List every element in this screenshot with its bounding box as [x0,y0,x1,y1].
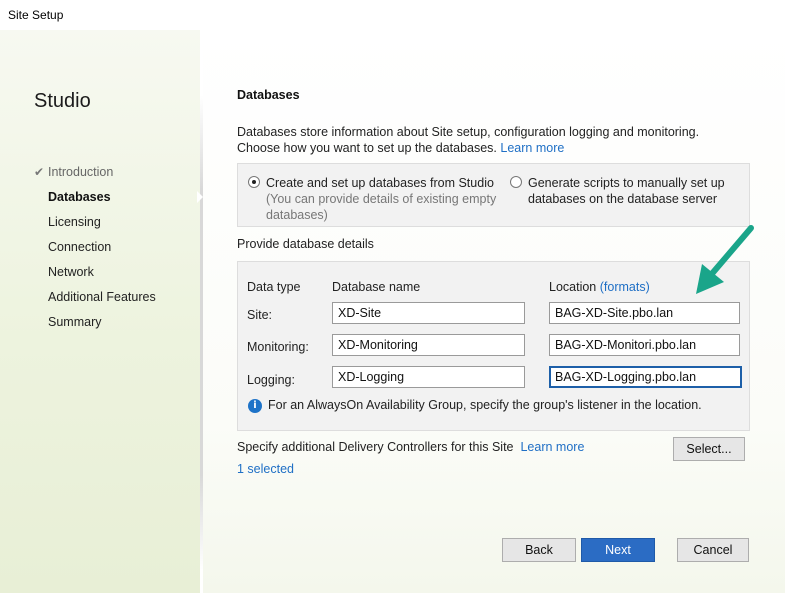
select-controllers-button[interactable]: Select... [673,437,745,461]
sidebar-brand: Studio [34,90,91,112]
info-text: For an AlwaysOn Availability Group, spec… [268,398,702,412]
step-licensing: Licensing [34,215,156,240]
radio-create-sub-1: (You can provide details of existing emp… [266,192,497,206]
main-panel: Databases Databases store information ab… [203,30,785,593]
selected-controllers-link[interactable]: 1 selected [237,462,294,476]
step-label: Connection [48,240,112,254]
radio-generate-scripts[interactable]: Generate scripts to manually set up data… [510,175,740,207]
database-mode-group: Create and set up databases from Studio … [237,163,750,227]
annotation-arrow-icon [696,225,754,294]
alwayson-info: i For an AlwaysOn Availability Group, spe… [248,398,702,413]
row-label-site: Site: [247,308,273,322]
intro-line-1: Databases store information about Site s… [237,125,700,139]
step-summary: Summary [34,315,156,340]
row-label-monitoring: Monitoring: [247,340,309,354]
database-details-panel: Data type Database name Location (format… [237,261,750,431]
step-label: Network [48,265,94,279]
col-header-location: Location (formats) [549,280,650,294]
formats-link[interactable]: (formats) [600,280,650,294]
back-button[interactable]: Back [502,538,576,562]
step-additional-features: Additional Features [34,290,156,315]
monitoring-db-location-input[interactable]: BAG-XD-Monitori.pbo.lan [549,334,740,356]
step-databases[interactable]: Databases [34,190,156,215]
delivery-controllers-label: Specify additional Delivery Controllers … [237,440,514,454]
col-header-type: Data type [247,280,301,294]
col-header-name: Database name [332,280,421,294]
step-network: Network [34,265,156,290]
intro-line-2: Choose how you want to set up the databa… [237,141,497,155]
next-button[interactable]: Next [581,538,655,562]
radio-scripts-label-1: Generate scripts to manually set up [528,176,725,190]
step-introduction[interactable]: ✔ Introduction [34,165,156,190]
location-header-label: Location [549,280,597,294]
provide-details-label: Provide database details [237,237,374,251]
radio-create-databases[interactable]: Create and set up databases from Studio … [248,175,498,223]
radio-create-label: Create and set up databases from Studio [266,176,494,190]
step-label: Introduction [48,165,114,179]
delivery-controllers-row: Specify additional Delivery Controllers … [237,440,584,454]
monitoring-db-name-input[interactable]: XD-Monitoring [332,334,525,356]
learn-more-link[interactable]: Learn more [500,141,564,155]
site-db-location-input[interactable]: BAG-XD-Site.pbo.lan [549,302,740,324]
radio-scripts-label-2: databases on the database server [528,192,718,206]
wizard-sidebar: Studio ✔ Introduction Databases Licensin… [0,30,200,593]
checkmark-icon: ✔ [34,165,45,179]
controllers-learn-more-link[interactable]: Learn more [520,440,584,454]
wizard-steps: ✔ Introduction Databases Licensing Conne… [34,165,156,340]
radio-checked-icon[interactable] [248,176,260,188]
page-title: Databases [237,88,300,102]
radio-unchecked-icon[interactable] [510,176,522,188]
logging-db-name-input[interactable]: XD-Logging [332,366,525,388]
cancel-button[interactable]: Cancel [677,538,749,562]
step-label: Additional Features [48,290,156,304]
step-connection: Connection [34,240,156,265]
site-db-name-input[interactable]: XD-Site [332,302,525,324]
row-label-logging: Logging: [247,373,295,387]
intro-text: Databases store information about Site s… [237,124,707,156]
logging-db-location-input[interactable]: BAG-XD-Logging.pbo.lan [549,366,742,388]
radio-create-sub-2: databases) [266,208,328,222]
info-icon: i [248,398,262,413]
title-bar: Site Setup [0,0,785,30]
step-label: Licensing [48,215,101,229]
window-title: Site Setup [8,8,64,22]
step-label: Summary [48,315,102,329]
step-label: Databases [48,190,111,204]
